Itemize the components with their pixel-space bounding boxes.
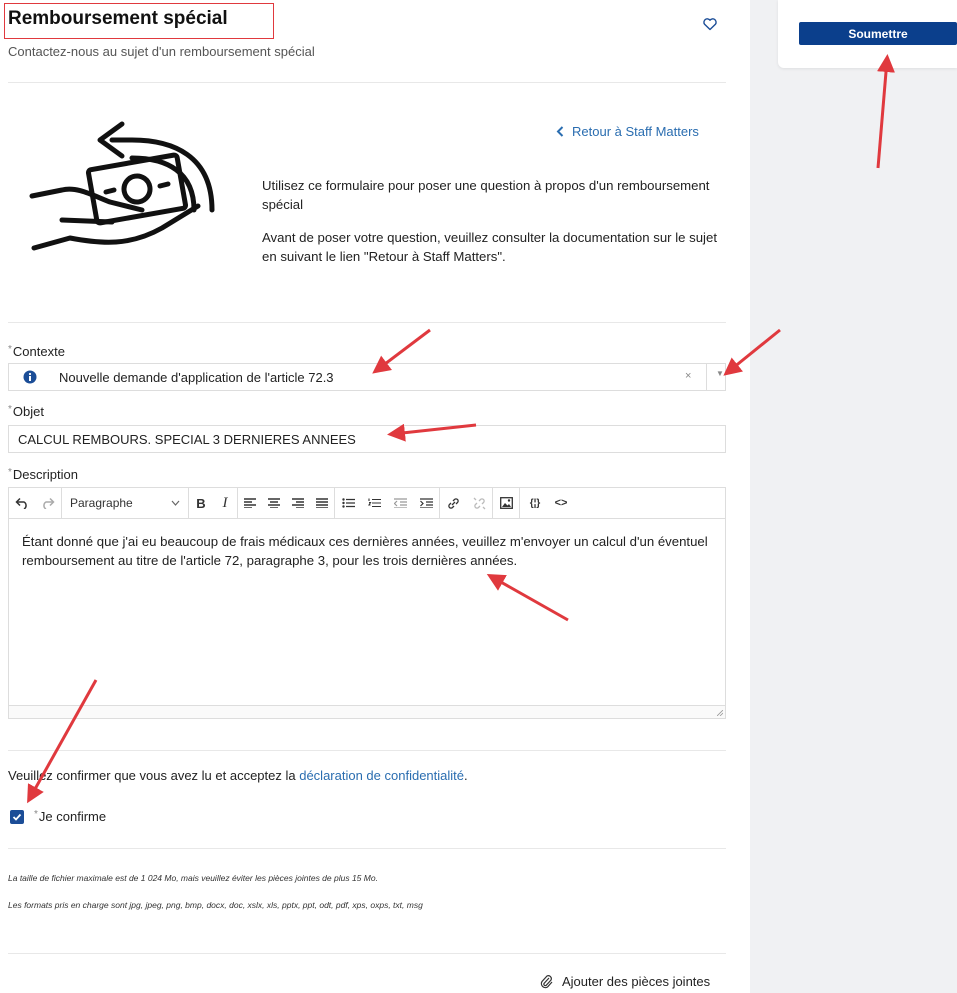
annotation-arrows [27,54,895,804]
arrow-to-submit [876,54,895,169]
arrow-to-checkbox [27,679,98,804]
arrow-to-context-value [372,328,431,374]
arrow-to-subject [387,423,477,442]
arrow-to-dropdown [723,328,781,376]
arrow-to-description [486,574,569,622]
